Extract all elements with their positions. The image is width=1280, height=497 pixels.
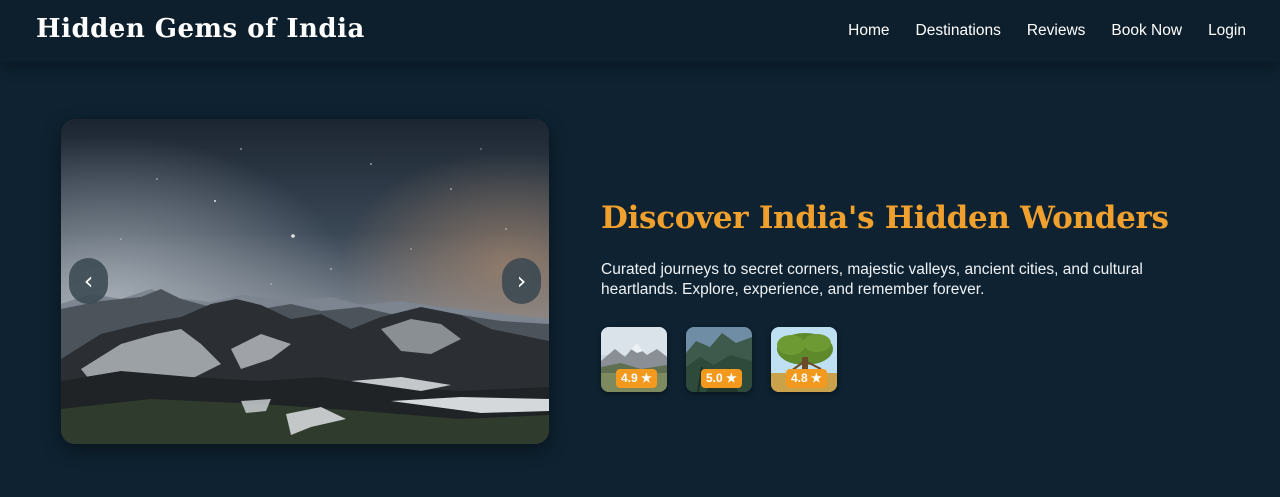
destination-thumbnails: 4.9 ★ 5.0 ★ 4.8 ★ <box>601 327 837 392</box>
hero-carousel: ‹ › <box>61 119 549 444</box>
main-nav: Home Destinations Reviews Book Now Login <box>848 22 1246 40</box>
carousel-prev-button[interactable]: ‹ <box>69 258 108 304</box>
nav-link-reviews[interactable]: Reviews <box>1027 22 1086 40</box>
nav-link-home[interactable]: Home <box>848 22 889 40</box>
rating-badge: 4.9 ★ <box>616 369 657 388</box>
rating-badge: 5.0 ★ <box>701 369 742 388</box>
hero-subtitle: Curated journeys to secret corners, maje… <box>601 261 1143 298</box>
thumbnail-forest-valley[interactable]: 5.0 ★ <box>686 327 752 392</box>
top-navbar: Hidden Gems of India Home Destinations R… <box>0 0 1280 62</box>
rating-badge: 4.8 ★ <box>786 369 827 388</box>
carousel-next-button[interactable]: › <box>502 258 541 304</box>
nav-link-book-now[interactable]: Book Now <box>1111 22 1182 40</box>
hero-title: Discover India's Hidden Wonders <box>601 200 1169 236</box>
thumbnail-mountain-lake[interactable]: 4.9 ★ <box>601 327 667 392</box>
thumbnail-banyan-tree[interactable]: 4.8 ★ <box>771 327 837 392</box>
brand-logo-text[interactable]: Hidden Gems of India <box>36 14 365 44</box>
nav-link-destinations[interactable]: Destinations <box>916 22 1001 40</box>
hero-text-section: Discover India's Hidden Wonders Curated … <box>601 200 1201 300</box>
nav-link-login[interactable]: Login <box>1208 22 1246 40</box>
carousel-slide-mountain-night-image <box>61 119 549 444</box>
